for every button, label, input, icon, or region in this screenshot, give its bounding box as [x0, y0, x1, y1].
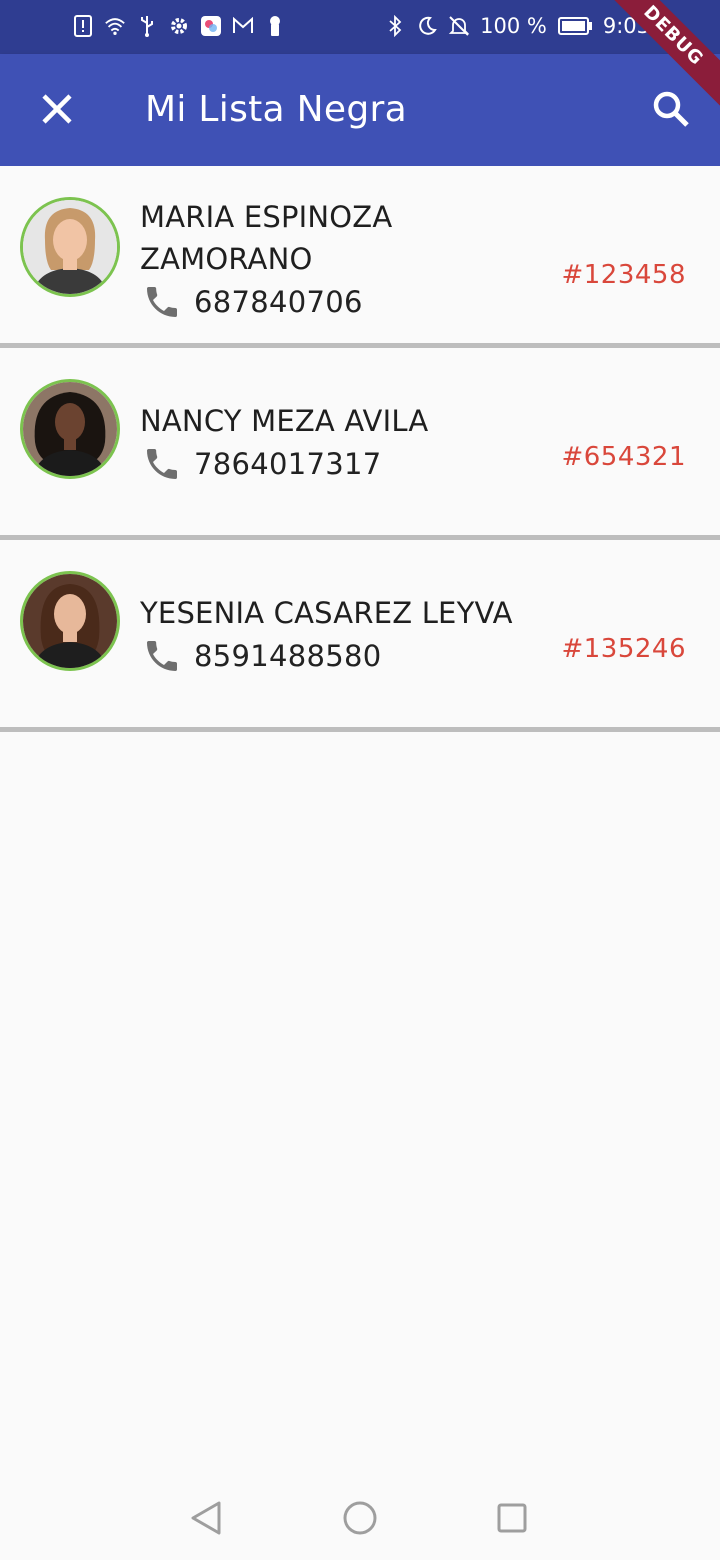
status-bar: 100 % 9:03 — [0, 0, 720, 54]
back-triangle-icon — [191, 1501, 221, 1535]
avatar — [20, 571, 120, 671]
list-item[interactable]: MARIA ESPINOZA ZAMORANO 687840706 #12345… — [0, 166, 720, 348]
phone-row: 687840706 — [142, 282, 363, 322]
recents-square-icon — [497, 1503, 527, 1533]
close-button[interactable] — [30, 82, 84, 136]
phone-icon — [147, 641, 177, 671]
keyhole-icon — [264, 14, 286, 38]
navigation-bar — [0, 1474, 720, 1560]
app-icon — [200, 14, 222, 38]
contact-name: MARIA ESPINOZA ZAMORANO — [140, 200, 393, 276]
battery-icon — [557, 14, 593, 38]
usb-icon — [136, 14, 158, 38]
phone-number: 7864017317 — [194, 447, 382, 481]
contact-code: #123458 — [561, 260, 686, 290]
list-item[interactable]: NANCY MEZA AVILA 7864017317 #654321 — [0, 348, 720, 540]
gear-icon — [168, 14, 190, 38]
phone-row: 8591488580 — [142, 636, 382, 676]
status-icons-left — [72, 14, 286, 38]
back-button[interactable] — [186, 1498, 226, 1538]
contact-list: MARIA ESPINOZA ZAMORANO 687840706 #12345… — [0, 166, 720, 732]
phone-icon — [147, 287, 177, 317]
contact-name: YESENIA CASAREZ LEYVA — [140, 596, 513, 630]
phone-number: 8591488580 — [194, 639, 382, 673]
phone-number: 687840706 — [194, 285, 363, 319]
alert-icon — [72, 14, 94, 38]
gmail-icon — [232, 14, 254, 38]
avatar — [20, 379, 120, 479]
avatar — [20, 197, 120, 297]
search-button[interactable] — [642, 82, 700, 136]
battery-percent: 100 % — [480, 14, 547, 38]
home-button[interactable] — [340, 1498, 380, 1538]
phone-icon — [147, 449, 177, 479]
moon-icon — [416, 14, 438, 38]
bluetooth-icon — [384, 14, 406, 38]
close-icon — [42, 94, 72, 124]
bell-off-icon — [448, 14, 470, 38]
wifi-icon — [104, 14, 126, 38]
recents-button[interactable] — [492, 1498, 532, 1538]
contact-code: #654321 — [561, 442, 686, 472]
phone-row: 7864017317 — [142, 444, 382, 484]
contact-code: #135246 — [561, 634, 686, 664]
page-title: Mi Lista Negra — [145, 89, 407, 130]
status-icons-right: 100 % 9:03 — [384, 14, 650, 38]
search-icon — [653, 91, 689, 127]
home-circle-icon — [343, 1501, 377, 1535]
app-bar: Mi Lista Negra — [0, 54, 720, 166]
contact-name: NANCY MEZA AVILA — [140, 404, 429, 438]
list-item[interactable]: YESENIA CASAREZ LEYVA 8591488580 #135246 — [0, 540, 720, 732]
